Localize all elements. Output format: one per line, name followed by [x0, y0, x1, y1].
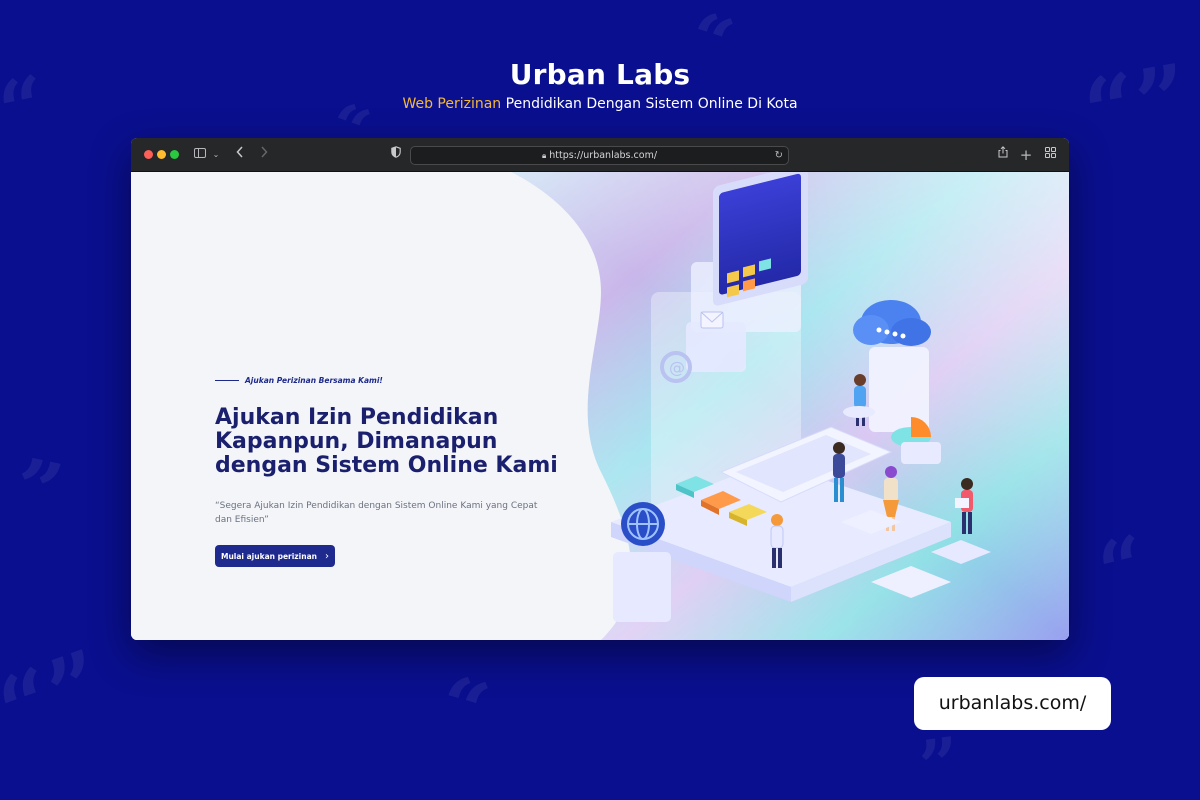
brand-title: Urban Labs [509, 58, 691, 91]
maximize-window-button[interactable] [170, 150, 179, 159]
chevron-left-icon[interactable] [233, 146, 247, 164]
lock-icon: 🔒︎ [541, 151, 547, 160]
share-icon[interactable] [996, 146, 1010, 164]
close-window-button[interactable] [144, 150, 153, 159]
shield-icon[interactable] [389, 146, 403, 164]
quote-decoration: “ [1089, 516, 1157, 620]
cta-label: Mulai ajukan perizinan [221, 551, 317, 561]
hero-headline: Ajukan Izin Pendidikan Kapanpun, Dimanap… [215, 406, 575, 478]
address-bar[interactable]: 🔒︎ https://urbanlabs.com/ ↻ [410, 146, 789, 165]
start-application-button[interactable]: Mulai ajukan perizinan › [215, 545, 335, 567]
chevron-right-icon[interactable] [257, 146, 271, 164]
reload-icon[interactable]: ↻ [775, 147, 783, 164]
chevron-right-icon: › [325, 550, 329, 562]
browser-window: ⌄ 🔒︎ https://urbanlabs.com/ ↻ + @ Ajukan… [131, 138, 1069, 640]
svg-text:@: @ [669, 358, 685, 377]
headline-line: Ajukan Izin Pendidikan [215, 405, 499, 430]
quote-decoration: “” [0, 629, 119, 765]
grid-icon[interactable] [1043, 146, 1057, 164]
sidebar-icon[interactable] [193, 146, 207, 164]
eyebrow-line [215, 379, 239, 382]
hero-description: “Segera Ajukan Izin Pendidikan dengan Si… [215, 501, 538, 525]
quote-decoration: ” [914, 720, 966, 800]
hero-eyebrow: Ajukan Perizinan Bersama Kami! [215, 376, 383, 385]
quote-decoration: “ [427, 656, 499, 760]
minimize-window-button[interactable] [157, 150, 166, 159]
browser-toolbar: ⌄ 🔒︎ https://urbanlabs.com/ ↻ + [131, 138, 1069, 172]
url-text: https://urbanlabs.com/ [549, 150, 658, 161]
subtitle-rest: Pendidikan Dengan Sistem Online Di Kota [501, 96, 798, 112]
eyebrow-text: Ajukan Perizinan Bersama Kami! [245, 376, 383, 385]
website-url-chip: urbanlabs.com/ [914, 677, 1111, 730]
chevron-down-icon[interactable]: ⌄ [211, 146, 221, 164]
quote-decoration: ” [5, 439, 71, 541]
page-viewport: @ Ajukan Perizinan Bersama Kami! Ajukan … [131, 172, 1069, 640]
brand-subtitle: Web Perizinan Pendidikan Dengan Sistem O… [0, 96, 1200, 112]
headline-line: Kapanpun, Dimanapun [215, 429, 498, 454]
headline-line: dengan Sistem Online Kami [215, 453, 558, 478]
subtitle-accent: Web Perizinan [402, 96, 502, 112]
plus-icon[interactable]: + [1019, 146, 1033, 164]
